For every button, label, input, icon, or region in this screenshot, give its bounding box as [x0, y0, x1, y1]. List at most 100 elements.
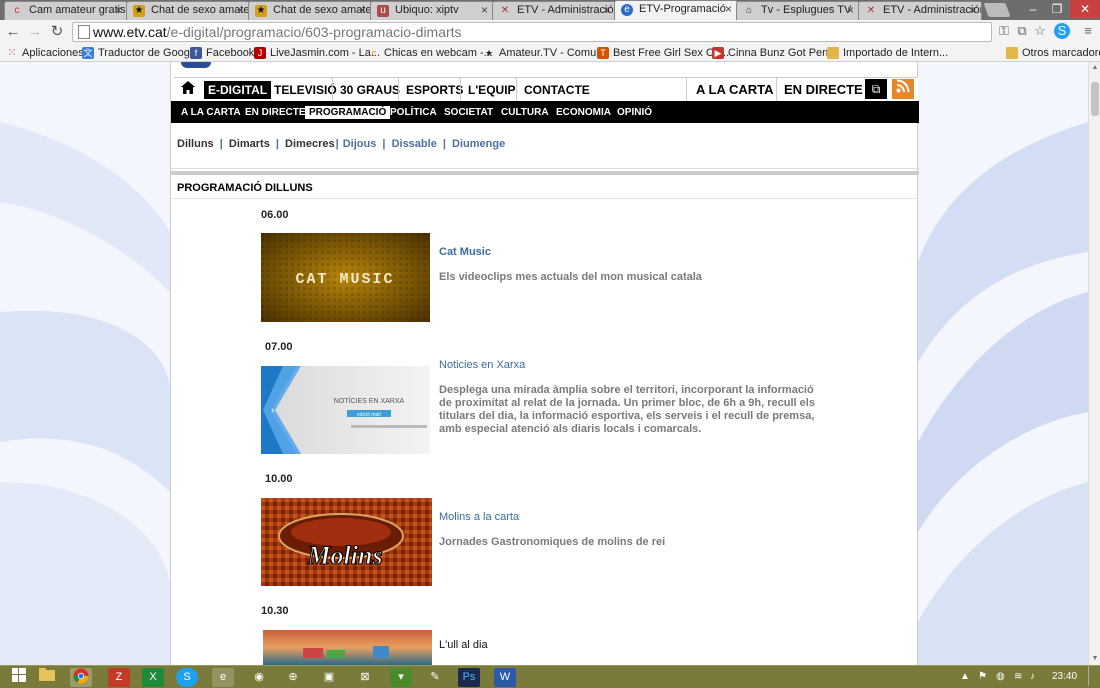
day-link-dilluns[interactable]: Dilluns	[177, 138, 214, 150]
app-icon-media[interactable]: ▣	[318, 668, 340, 687]
word-icon[interactable]: W	[494, 668, 516, 687]
back-icon[interactable]: ←	[3, 22, 23, 42]
bookmark-livejasmin[interactable]: J LiveJasmin.com - La...	[254, 46, 380, 60]
ie-icon[interactable]: e	[212, 668, 234, 687]
bookmark-translate[interactable]: 文 Traductor de Google	[82, 46, 198, 60]
bookmark-other[interactable]: Otros marcadores	[1006, 46, 1100, 60]
program-thumbnail-cat-music[interactable]: CAT MUSIC	[261, 233, 430, 322]
clock[interactable]: 23:40	[1052, 669, 1077, 685]
day-link-dissable[interactable]: Dissable	[392, 138, 437, 150]
close-icon[interactable]: ×	[237, 2, 244, 19]
close-icon[interactable]: ×	[603, 2, 610, 19]
bookmark-apps[interactable]: ⁙ Aplicaciones	[6, 46, 83, 60]
new-tab-button[interactable]	[983, 3, 1011, 17]
program-thumbnail-noticies[interactable]: › NOTÍCIES EN XARXA edició matí	[261, 366, 430, 454]
bookmark-chicas[interactable]: c Chicas en webcam -...	[368, 46, 493, 60]
browser-tab-active[interactable]: e ETV-Programació ×	[614, 0, 738, 20]
nav-en-directe[interactable]: EN DIRECTE	[780, 81, 867, 99]
mobile-app-icon[interactable]: ⧉	[865, 79, 887, 99]
nav-30-graus[interactable]: 30 GRAUS	[336, 81, 404, 99]
program-thumbnail-ull-al-dia[interactable]	[263, 630, 432, 665]
nav-televisio[interactable]: TELEVISIÓ	[270, 81, 341, 99]
skype-taskbar-icon[interactable]: S	[176, 668, 198, 687]
app-icon-blue[interactable]: ◉	[248, 668, 270, 687]
windows-start-icon[interactable]	[8, 668, 30, 687]
browser-tab[interactable]: ✕ ETV - Administración ×	[492, 1, 616, 20]
menu-icon[interactable]: ≡	[1080, 23, 1096, 39]
program-thumbnail-molins[interactable]: Molins	[261, 498, 432, 586]
tray-volume-icon[interactable]: ♪	[1030, 669, 1035, 685]
close-icon[interactable]: ×	[969, 2, 976, 19]
admin-icon: ✕	[500, 5, 510, 16]
subnav-en-directe[interactable]: EN DIRECTE	[241, 106, 310, 119]
key-icon[interactable]: ⚿	[996, 23, 1012, 39]
close-icon[interactable]: ×	[359, 2, 366, 19]
program-title[interactable]: Noticies en Xarxa	[439, 359, 525, 371]
minimize-icon[interactable]: –	[1020, 0, 1046, 18]
url-text[interactable]: www.etv.cat/e-digital/programacio/603-pr…	[93, 24, 462, 41]
forward-icon[interactable]: →	[25, 22, 45, 42]
browser-tab[interactable]: ★ Chat de sexo amateur ×	[248, 1, 372, 20]
tray-up-icon[interactable]: ▲	[960, 669, 970, 685]
close-icon[interactable]: ×	[481, 2, 488, 19]
program-title[interactable]: Cat Music	[439, 246, 491, 258]
app-icon-calc[interactable]: ⊠	[354, 668, 376, 687]
page-scrollbar[interactable]: ▲ ▼	[1088, 62, 1100, 665]
excel-icon[interactable]: X	[142, 668, 164, 687]
day-link-diumenge[interactable]: Diumenge	[452, 138, 505, 150]
reload-icon[interactable]: ↻	[47, 22, 67, 42]
scroll-thumb[interactable]	[1091, 82, 1099, 116]
nav-esports[interactable]: ESPORTS	[402, 81, 467, 99]
scroll-up-icon[interactable]: ▲	[1089, 62, 1100, 74]
tray-network-icon[interactable]: ◍	[996, 669, 1005, 685]
bookmark-amateurtv[interactable]: ★ Amateur.TV - Comu...	[483, 46, 605, 60]
app-icon-tools[interactable]: ✎	[424, 668, 446, 687]
nav-a-la-carta[interactable]: A LA CARTA	[692, 81, 778, 99]
star-bookmark-icon[interactable]: ☆	[1032, 23, 1048, 39]
browser-tab[interactable]: ★ Chat de sexo amateur ×	[126, 1, 250, 20]
address-bar[interactable]: www.etv.cat/e-digital/programacio/603-pr…	[72, 22, 992, 42]
day-link-dimarts[interactable]: Dimarts	[229, 138, 270, 150]
nav-lequip[interactable]: L'EQUIP	[464, 81, 520, 99]
tray-wifi-icon[interactable]: ≋	[1014, 669, 1022, 685]
photoshop-icon[interactable]: Ps	[458, 668, 480, 687]
chrome-taskbar-icon[interactable]	[70, 668, 92, 687]
close-icon[interactable]: ×	[725, 1, 732, 18]
translate-icon[interactable]: ⧉	[1014, 23, 1030, 39]
program-title[interactable]: Molins a la carta	[439, 511, 519, 523]
file-explorer-icon[interactable]	[36, 668, 58, 687]
app-icon-globe[interactable]: ⊕	[282, 668, 304, 687]
nav-e-digital[interactable]: E-DIGITAL	[204, 81, 272, 99]
show-desktop-button[interactable]	[1088, 666, 1100, 686]
day-link-dimecres[interactable]: Dimecres	[285, 138, 335, 150]
browser-tab[interactable]: c Cam amateur gratis ×	[4, 1, 128, 20]
rss-icon[interactable]	[892, 79, 914, 99]
filezilla-icon[interactable]: Z	[108, 668, 130, 687]
close-icon[interactable]: ×	[847, 2, 854, 19]
scroll-down-icon[interactable]: ▼	[1089, 653, 1100, 665]
close-icon[interactable]: ×	[115, 2, 122, 19]
bookmark-facebook[interactable]: f Facebook	[190, 46, 254, 60]
app-icon-green[interactable]: ▾	[390, 668, 412, 687]
subnav-opinio[interactable]: OPINIÓ	[613, 106, 656, 119]
browser-tab[interactable]: ✕ ETV - Administración ×	[858, 1, 982, 20]
subnav-economia[interactable]: ECONOMIA	[552, 106, 615, 119]
bookmark-bestfree[interactable]: T Best Free Girl Sex Ca...	[597, 46, 729, 60]
bookmark-cinna[interactable]: ▶ Cinna Bunz Got Pen...	[712, 46, 837, 60]
restore-icon[interactable]: ❐	[1044, 0, 1070, 18]
close-window-icon[interactable]: ✕	[1070, 0, 1100, 18]
nav-contacte[interactable]: CONTACTE	[520, 81, 594, 99]
subnav-politica[interactable]: POLÍTICA	[386, 106, 441, 119]
home-icon[interactable]	[177, 81, 199, 99]
browser-tab[interactable]: ⌂ Tv - Esplugues TV ×	[736, 1, 860, 20]
subnav-programacio[interactable]: PROGRAMACIÓ	[305, 106, 391, 119]
subnav-a-la-carta[interactable]: A LA CARTA	[177, 106, 245, 119]
subnav-societat[interactable]: SOCIETAT	[440, 106, 497, 119]
skype-icon[interactable]: S	[1054, 23, 1070, 39]
tray-flag-icon[interactable]: ⚑	[978, 669, 987, 685]
browser-tab[interactable]: u Ubiquo: xiptv ×	[370, 1, 494, 20]
subnav-cultura[interactable]: CULTURA	[497, 106, 553, 119]
program-title[interactable]: L'ull al dia	[439, 639, 488, 651]
day-link-dijous[interactable]: Dijous	[343, 138, 377, 150]
bookmark-imported[interactable]: Importado de Intern...	[827, 46, 948, 60]
